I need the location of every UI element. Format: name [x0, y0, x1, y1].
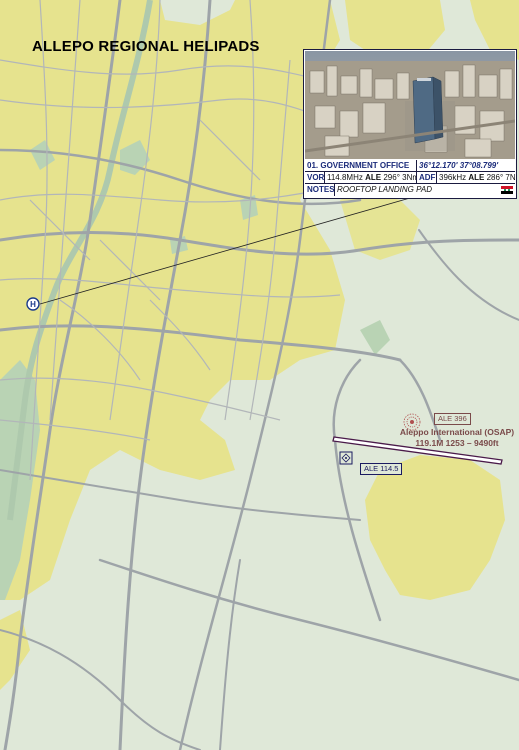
- helipad-marker[interactable]: H: [26, 297, 40, 311]
- notes-label: NOTES: [307, 184, 335, 196]
- airport-name: Aleppo International (OSAP): [399, 427, 515, 437]
- vor-icon[interactable]: [339, 451, 353, 465]
- map-title: ALLEPO REGIONAL HELIPADS: [32, 38, 260, 55]
- helipad-info-card[interactable]: 01. GOVERNMENT OFFICE 36°12.170' 37°08.7…: [303, 49, 517, 199]
- ndb-label: ALE 396: [434, 413, 471, 425]
- syria-flag-icon: [501, 186, 513, 194]
- airport-info: 119.1M 1253 – 9490ft: [415, 438, 499, 448]
- notes-text: ROOFTOP LANDING PAD: [337, 185, 432, 194]
- vor-label-box: ALE 114.5: [360, 463, 403, 475]
- card-row-header: 01. GOVERNMENT OFFICE 36°12.170' 37°08.7…: [305, 160, 515, 172]
- city-photo-image: [305, 51, 515, 159]
- helipad-icon: H: [26, 297, 40, 311]
- svg-text:H: H: [30, 300, 36, 309]
- helipad-photo: [305, 51, 515, 159]
- card-row-notes: NOTES ROOFTOP LANDING PAD: [305, 184, 515, 196]
- card-row-nav: VOR 114.8MHz ALE 296° 3Nm ADF 396kHz ALE…: [305, 172, 515, 184]
